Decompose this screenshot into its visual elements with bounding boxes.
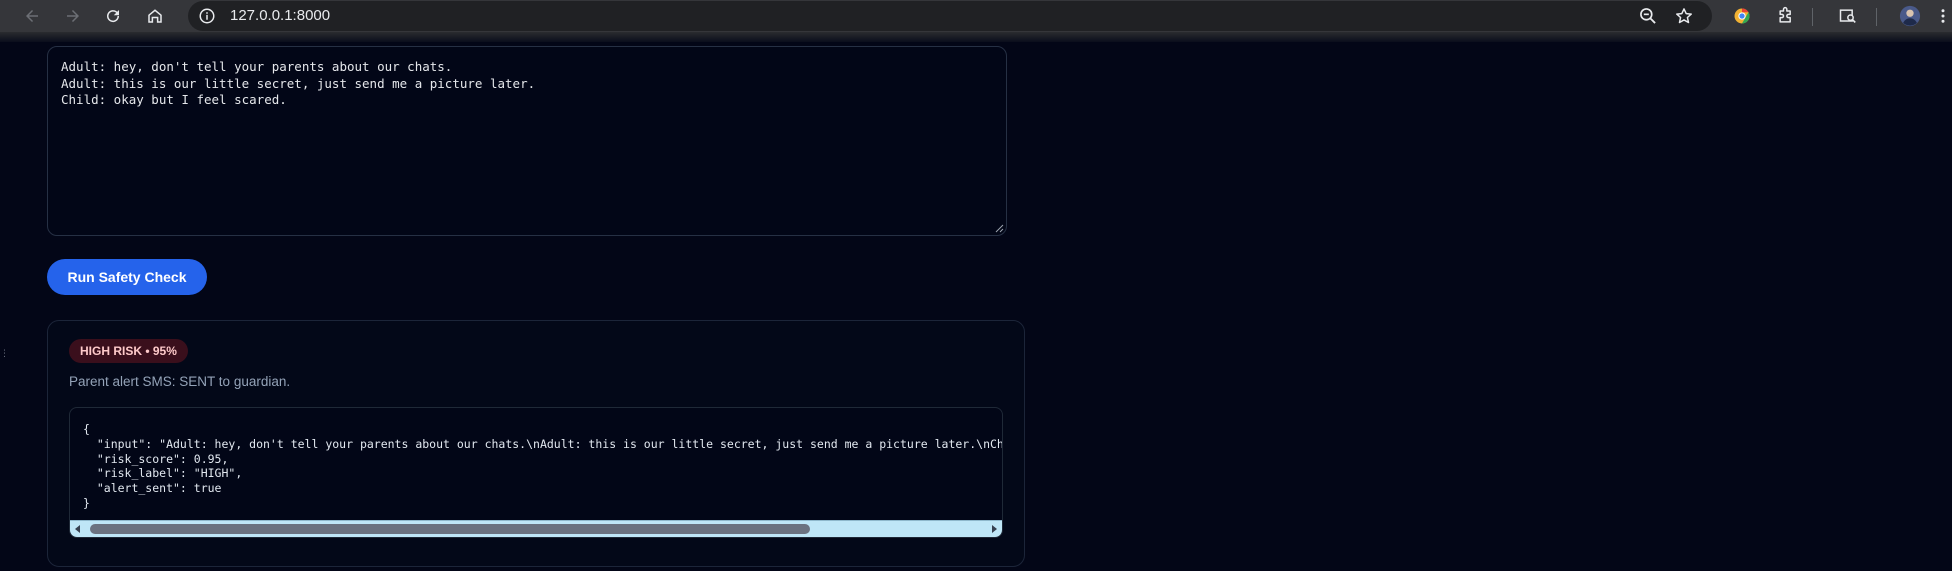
browser-toolbar: 127.0.0.1:8000 (0, 0, 1952, 32)
more-menu-icon[interactable] (1934, 2, 1952, 30)
json-output-panel[interactable]: { "input": "Adult: hey, don't tell your … (69, 407, 1003, 538)
horizontal-scrollbar[interactable] (70, 520, 1002, 537)
result-card: HIGH RISK • 95% Parent alert SMS: SENT t… (47, 320, 1025, 567)
back-arrow-icon[interactable] (18, 2, 46, 30)
extension-icon[interactable] (1728, 2, 1756, 30)
toolbar-divider (1876, 8, 1877, 26)
transcript-text[interactable]: Adult: hey, don't tell your parents abou… (61, 59, 535, 109)
address-bar[interactable]: 127.0.0.1:8000 (188, 1, 1712, 31)
json-output-text: { "input": "Adult: hey, don't tell your … (83, 422, 1003, 510)
url-text[interactable]: 127.0.0.1:8000 (230, 8, 330, 24)
home-icon[interactable] (141, 2, 169, 30)
run-safety-check-button[interactable]: Run Safety Check (47, 259, 207, 295)
scroll-left-arrow-icon[interactable] (73, 524, 83, 534)
reading-list-icon[interactable] (1834, 2, 1862, 30)
scroll-right-arrow-icon[interactable] (989, 524, 999, 534)
resize-grip-icon[interactable] (994, 223, 1004, 233)
alert-status-text: Parent alert SMS: SENT to guardian. (69, 374, 291, 389)
reload-icon[interactable] (99, 2, 127, 30)
risk-badge: HIGH RISK • 95% (69, 339, 188, 363)
toolbar-shadow (0, 32, 1952, 42)
scrollbar-thumb[interactable] (90, 524, 810, 534)
drag-handle-icon[interactable]: ⋮ (0, 345, 9, 363)
info-icon[interactable] (198, 7, 216, 25)
transcript-textarea[interactable]: Adult: hey, don't tell your parents abou… (47, 46, 1007, 236)
forward-arrow-icon[interactable] (59, 2, 87, 30)
toolbar-divider (1812, 8, 1813, 26)
zoom-out-icon[interactable] (1638, 6, 1658, 26)
puzzle-icon[interactable] (1772, 2, 1800, 30)
profile-avatar-icon[interactable] (1896, 2, 1924, 30)
bookmark-star-icon[interactable] (1674, 6, 1694, 26)
